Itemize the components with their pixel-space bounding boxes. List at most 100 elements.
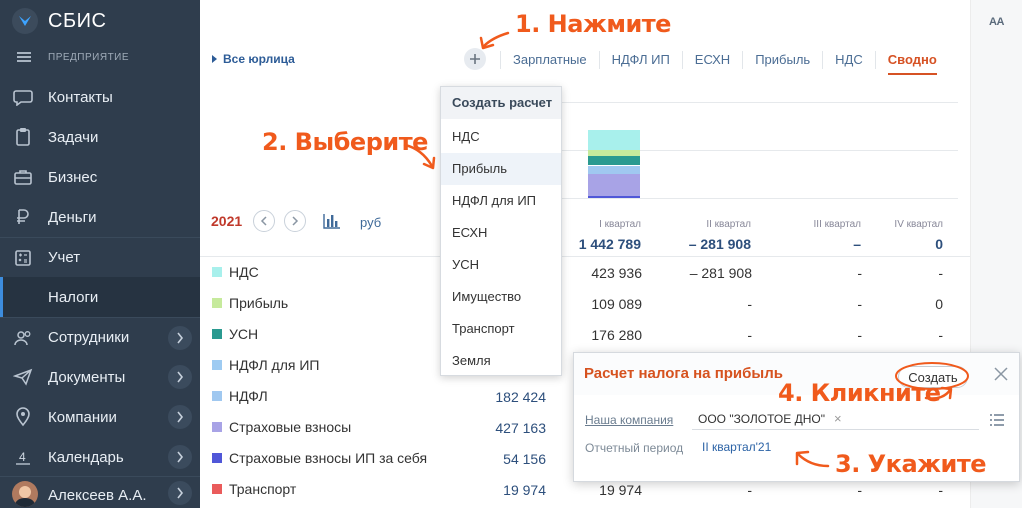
chart-bar-vat: [588, 130, 640, 150]
legend-swatch: [212, 391, 222, 401]
clear-company-icon[interactable]: ×: [834, 411, 842, 426]
company-value[interactable]: ООО "ЗОЛОТОЕ ДНО": [698, 412, 825, 426]
chevron-right-icon[interactable]: [168, 405, 192, 429]
company-field-label[interactable]: Наша компания: [585, 413, 673, 427]
tax-total: 54 156: [503, 451, 546, 467]
location-icon: [12, 407, 34, 427]
arrow-head: [479, 36, 495, 50]
arrow-step1: [482, 31, 510, 48]
menu-item-profit[interactable]: Прибыль: [441, 153, 561, 185]
legend-swatch: [212, 360, 222, 370]
tax-name: Прибыль: [229, 295, 289, 311]
sidebar-item-employees[interactable]: Сотрудники: [0, 317, 200, 357]
brand-name: СБИС: [48, 9, 107, 32]
briefcase-icon: [12, 167, 34, 187]
table-row[interactable]: НДС 423 936 – 281 908 - -: [200, 257, 970, 288]
chart-toggle-icon[interactable]: [322, 212, 342, 235]
q2-value: – 281 908: [689, 265, 752, 281]
company-field-underline: [692, 429, 979, 430]
quarter-header: II квартал: [706, 219, 751, 230]
q4-value: -: [938, 482, 943, 498]
tab-eshn[interactable]: ЕСХН: [681, 51, 742, 69]
sidebar-item-label: Сотрудники: [48, 329, 130, 346]
all-legal-label: Все юрлица: [223, 52, 295, 66]
tab-summary[interactable]: Сводно: [874, 51, 949, 75]
menu-item-usn[interactable]: УСН: [441, 249, 561, 281]
tax-name: УСН: [229, 326, 259, 342]
chart-bar-usn: [588, 156, 640, 165]
sidebar-item-documents[interactable]: Документы: [0, 357, 200, 397]
chart-gridline: [560, 102, 958, 103]
tab-salary[interactable]: Зарплатные: [500, 51, 599, 69]
chevron-right-icon[interactable]: [168, 445, 192, 469]
year-label[interactable]: 2021: [211, 213, 242, 229]
sidebar-item-business[interactable]: Бизнес: [0, 157, 200, 197]
menu-icon[interactable]: [0, 56, 48, 58]
tab-vat[interactable]: НДС: [822, 51, 875, 69]
legend-swatch: [212, 267, 222, 277]
chevron-right-icon[interactable]: [168, 481, 192, 505]
q2-value: -: [747, 296, 752, 312]
sidebar-item-user[interactable]: Алексеев А.А.: [0, 476, 200, 508]
font-size-toggle[interactable]: АА: [989, 16, 1004, 28]
sidebar-item-calendar[interactable]: 4 Календарь: [0, 437, 200, 477]
list-icon[interactable]: [990, 413, 1004, 426]
sidebar-item-companies[interactable]: Компании: [0, 397, 200, 437]
currency-label[interactable]: руб: [360, 215, 381, 230]
paper-plane-icon: [12, 367, 34, 387]
tax-name: Страховые взносы ИП за себя: [229, 450, 428, 466]
chevron-left-icon: [260, 216, 267, 226]
chevron-right-icon[interactable]: [168, 326, 192, 350]
menu-item-property[interactable]: Имущество: [441, 281, 561, 313]
chart-bar-insurance: [588, 174, 640, 196]
sidebar-item-taxes[interactable]: Налоги: [0, 277, 200, 317]
table-row[interactable]: УСН 176 280 - - -: [200, 319, 970, 350]
people-icon: [12, 328, 34, 348]
brand[interactable]: СБИС: [12, 6, 106, 36]
close-icon[interactable]: [994, 367, 1008, 381]
menu-title: Создать расчет: [441, 87, 561, 119]
sbis-logo-icon: [12, 8, 38, 34]
menu-item-eshn[interactable]: ЕСХН: [441, 217, 561, 249]
create-calculation-menu: Создать расчет НДС Прибыль НДФЛ для ИП Е…: [440, 86, 562, 376]
org-row[interactable]: ПРЕДПРИЯТИЕ: [0, 46, 200, 68]
menu-item-vat[interactable]: НДС: [441, 121, 561, 153]
add-calculation-button[interactable]: [464, 48, 486, 70]
q4-value: -: [938, 327, 943, 343]
prev-period-button[interactable]: [253, 210, 275, 232]
sidebar-item-label: Налоги: [48, 288, 99, 306]
sidebar-item-contacts[interactable]: Контакты: [0, 77, 200, 117]
callout-step4: 4. Кликните: [778, 379, 941, 407]
legend-swatch: [212, 298, 222, 308]
sidebar-item-label: Календарь: [48, 448, 124, 466]
sidebar-item-tasks[interactable]: Задачи: [0, 117, 200, 157]
sidebar: СБИС ПРЕДПРИЯТИЕ Контакты Задачи Бизнес: [0, 0, 200, 508]
task-icon: [12, 127, 34, 147]
q4-value: 0: [935, 296, 943, 312]
ruble-icon: [12, 207, 34, 227]
quarter-header: IV квартал: [894, 219, 943, 230]
tax-name: НДФЛ: [229, 388, 268, 404]
next-period-button[interactable]: [284, 210, 306, 232]
sidebar-item-accounting[interactable]: Учет: [0, 237, 200, 277]
callout-step1: 1. Нажмите: [515, 10, 671, 38]
period-value[interactable]: II квартал'21: [702, 440, 771, 454]
q1-value: 19 974: [599, 482, 642, 498]
menu-item-transport[interactable]: Транспорт: [441, 313, 561, 345]
menu-item-land[interactable]: Земля: [441, 345, 561, 377]
tab-ndfl-ip[interactable]: НДФЛ ИП: [598, 51, 682, 69]
sidebar-item-label: Бизнес: [48, 168, 98, 186]
all-legal-entities-link[interactable]: Все юрлица: [212, 52, 295, 66]
user-name: Алексеев А.А.: [48, 487, 147, 504]
avatar: [12, 481, 38, 507]
table-row[interactable]: Прибыль 109 089 - - 0: [200, 288, 970, 319]
plus-icon: [470, 54, 480, 64]
menu-item-ndfl-ip[interactable]: НДФЛ для ИП: [441, 185, 561, 217]
tax-name: НДФЛ для ИП: [229, 357, 320, 373]
tab-profit[interactable]: Прибыль: [742, 51, 822, 69]
sidebar-item-money[interactable]: Деньги: [0, 197, 200, 237]
sidebar-item-label: Контакты: [48, 88, 113, 106]
chevron-right-icon[interactable]: [168, 365, 192, 389]
legend-swatch: [212, 422, 222, 432]
app-root: СБИС ПРЕДПРИЯТИЕ Контакты Задачи Бизнес: [0, 0, 1022, 508]
